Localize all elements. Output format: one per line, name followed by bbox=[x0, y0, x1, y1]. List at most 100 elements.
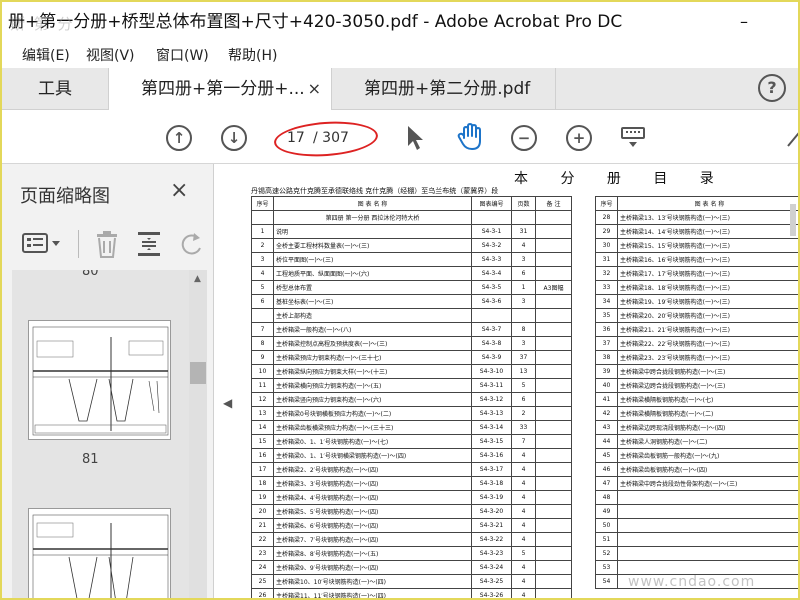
table-cell: 37 bbox=[595, 336, 618, 351]
table-cell: 49 bbox=[595, 504, 618, 519]
table-cell: 12 bbox=[251, 392, 274, 407]
thumbnail-options-icon[interactable] bbox=[22, 232, 62, 254]
table-row: 11 主桥箱梁横向预应力钢束构造(一)～(五) S4-3-11 5 bbox=[251, 378, 572, 393]
sidebar-close-icon[interactable]: × bbox=[170, 178, 188, 203]
page-thumbnail[interactable] bbox=[28, 320, 171, 440]
table-header: 序号 bbox=[251, 196, 274, 211]
page-thumbnail[interactable] bbox=[28, 508, 171, 598]
minimize-button[interactable]: – bbox=[740, 2, 748, 42]
table-cell: 主桥箱梁预应力钢束构造(一)～(三十七) bbox=[273, 350, 472, 365]
document-subtitle: 丹锡高速公路克什克腾至承德联络线 克什克腾（经棚）至乌兰布统（蒙冀界）段 bbox=[251, 187, 499, 195]
table-section-row: 第四册 第一分册 西拉沐伦河特大桥 bbox=[251, 210, 572, 225]
table-cell: 20 bbox=[251, 504, 274, 519]
delete-page-icon[interactable] bbox=[94, 230, 120, 258]
table-cell bbox=[535, 476, 572, 491]
thumbnail-scrollbar[interactable]: ▲ bbox=[189, 270, 207, 598]
collapse-sidebar-button[interactable]: ◀ bbox=[217, 164, 239, 598]
table-cell: 24 bbox=[251, 560, 274, 575]
table-cell: 主桥箱梁横隔板钢筋构造(一)～(七) bbox=[617, 392, 798, 407]
table-cell bbox=[535, 574, 572, 589]
window-title: 册+第一分册+桥型总体布置图+尺寸+420-3050.pdf - Adobe A… bbox=[8, 12, 623, 32]
tab-tools[interactable]: 工具 bbox=[2, 68, 108, 110]
table-cell: 4 bbox=[251, 266, 274, 281]
table-cell: 48 bbox=[595, 490, 618, 505]
table-row: 18 主桥箱梁3、3′号块钢筋构造(一)～(四) S4-3-18 4 bbox=[251, 476, 572, 491]
extract-page-icon[interactable] bbox=[136, 230, 162, 258]
table-header: 图 表 名 称 bbox=[273, 196, 472, 211]
table-cell bbox=[535, 378, 572, 393]
table-row: 20 主桥箱梁5、5′号块钢筋构造(一)～(四) S4-3-20 4 bbox=[251, 504, 572, 519]
menu-help[interactable]: 帮助(H) bbox=[228, 45, 277, 65]
hand-tool-icon[interactable] bbox=[456, 122, 486, 152]
table-cell: 6 bbox=[511, 392, 536, 407]
table-cell: 4 bbox=[511, 476, 536, 491]
table-header: 图 表 名 称 bbox=[617, 196, 798, 211]
table-cell: 主桥箱梁人洞钢筋构造(一)～(二) bbox=[617, 434, 798, 449]
table-cell: S4-3-14 bbox=[471, 420, 512, 435]
menu-edit[interactable]: 编辑(E) bbox=[22, 45, 70, 65]
tab-active-document[interactable]: 第四册+第一分册+... × bbox=[108, 68, 332, 110]
table-cell: S4-3-1 bbox=[471, 224, 512, 239]
table-cell bbox=[535, 448, 572, 463]
table-cell: 主桥箱梁0、1、1′号块钢筋构造(一)～(七) bbox=[273, 434, 472, 449]
previous-page-icon[interactable]: ↑ bbox=[166, 125, 192, 151]
table-row: 53 bbox=[595, 560, 798, 575]
table-cell bbox=[617, 560, 798, 575]
table-cell bbox=[617, 532, 798, 547]
table-cell: 4 bbox=[511, 238, 536, 253]
table-cell: 46 bbox=[595, 462, 618, 477]
table-cell: 25 bbox=[251, 574, 274, 589]
table-cell: 10 bbox=[251, 364, 274, 379]
table-row: 48 bbox=[595, 490, 798, 505]
comment-tool-icon[interactable] bbox=[784, 128, 800, 152]
table-cell: 45 bbox=[595, 448, 618, 463]
table-cell bbox=[511, 210, 536, 225]
table-cell: S4-3-15 bbox=[471, 434, 512, 449]
table-cell: 主桥箱梁15、15′号块钢筋构造(一)～(三) bbox=[617, 238, 798, 253]
scroll-thumb[interactable] bbox=[190, 362, 206, 384]
table-cell bbox=[535, 588, 572, 598]
rotate-page-icon[interactable] bbox=[178, 230, 204, 258]
table-cell: 30 bbox=[595, 238, 618, 253]
table-row: 43 主桥箱梁边跨现浇段钢筋构造(一)～(四) bbox=[595, 420, 798, 435]
table-cell: 4 bbox=[511, 574, 536, 589]
keyboard-tool-icon[interactable] bbox=[620, 125, 646, 151]
menu-view[interactable]: 视图(V) bbox=[86, 45, 135, 65]
document-scrollbar[interactable] bbox=[786, 164, 798, 598]
table-cell bbox=[535, 420, 572, 435]
table-cell: 主桥箱梁7、7′号块钢筋构造(一)～(四) bbox=[273, 532, 472, 547]
table-cell: S4-3-20 bbox=[471, 504, 512, 519]
table-cell: 37 bbox=[511, 350, 536, 365]
title-watermark: 斯 第 分 bbox=[10, 15, 75, 33]
help-icon[interactable]: ? bbox=[758, 74, 786, 102]
zoom-in-icon[interactable]: + bbox=[566, 125, 592, 151]
table-row: 19 主桥箱梁4、4′号块钢筋构造(一)～(四) S4-3-19 4 bbox=[251, 490, 572, 505]
table-cell: 40 bbox=[595, 378, 618, 393]
table-cell: 4 bbox=[511, 504, 536, 519]
close-tab-icon[interactable]: × bbox=[308, 68, 321, 110]
table-cell: S4-3-6 bbox=[471, 294, 512, 309]
table-cell: 1 bbox=[511, 280, 536, 295]
table-row: 4 工程地质平面、纵面面图(一)～(六) S4-3-4 6 bbox=[251, 266, 572, 281]
next-page-icon[interactable]: ↓ bbox=[221, 125, 247, 151]
table-cell: 桥位平面图(一)～(三) bbox=[273, 252, 472, 267]
zoom-out-icon[interactable]: − bbox=[511, 125, 537, 151]
select-cursor-icon[interactable] bbox=[404, 124, 426, 152]
table-cell: 29 bbox=[595, 224, 618, 239]
table-cell: 4 bbox=[511, 532, 536, 547]
document-title: 本 分 册 目 录 bbox=[514, 171, 728, 187]
tab-second-document[interactable]: 第四册+第二分册.pdf bbox=[332, 68, 556, 110]
menu-window[interactable]: 窗口(W) bbox=[156, 45, 209, 65]
table-cell: 主桥箱梁齿板钢筋一般构造(一)～(九) bbox=[617, 448, 798, 463]
table-cell: 主桥箱梁齿板横梁预应力构造(一)～(三十三) bbox=[273, 420, 472, 435]
scroll-up-arrow-icon[interactable]: ▲ bbox=[194, 274, 201, 284]
table-row: 9 主桥箱梁预应力钢束构造(一)～(三十七) S4-3-9 37 bbox=[251, 350, 572, 365]
table-cell bbox=[617, 518, 798, 533]
table-cell: 4 bbox=[511, 462, 536, 477]
table-cell: 26 bbox=[251, 588, 274, 598]
table-cell: 33 bbox=[595, 280, 618, 295]
title-bar: 册+第一分册+桥型总体布置图+尺寸+420-3050.pdf - Adobe A… bbox=[2, 2, 798, 42]
table-cell: 36 bbox=[595, 322, 618, 337]
table-row: 15 主桥箱梁0、1、1′号块钢筋构造(一)～(七) S4-3-15 7 bbox=[251, 434, 572, 449]
table-cell: 14 bbox=[251, 420, 274, 435]
